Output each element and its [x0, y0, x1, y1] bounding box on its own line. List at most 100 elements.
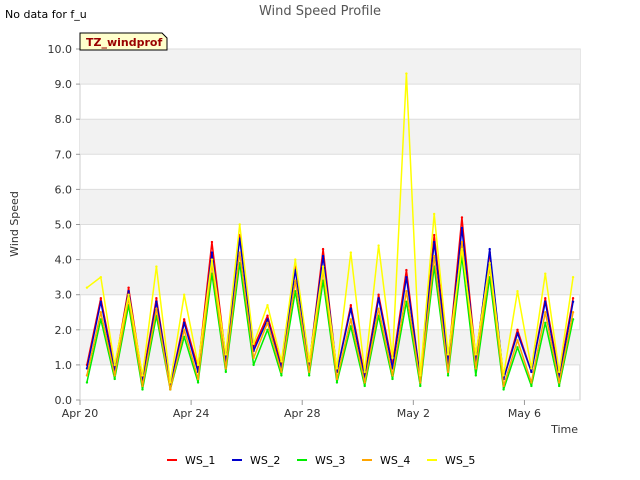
y-tick-label: 10.0: [48, 43, 73, 56]
data-point: [169, 381, 172, 384]
data-point: [557, 384, 561, 388]
data-point: [349, 318, 353, 321]
data-point: [516, 289, 519, 293]
y-tick-label: 0.0: [55, 394, 73, 407]
data-point: [530, 370, 533, 374]
y-axis: 0.0 1.0 2.0 3.0 4.0 5.0 6.0 7.0 8.0 9.0 10.0: [48, 43, 80, 407]
data-point: [516, 328, 519, 331]
data-point: [377, 307, 380, 310]
data-point: [349, 251, 353, 254]
data-point: [182, 293, 186, 296]
x-tick-label: Apr 20: [62, 407, 99, 420]
data-point: [405, 275, 408, 279]
data-point: [557, 370, 561, 374]
data-point: [196, 363, 200, 367]
x-tick-label: May 6: [508, 407, 541, 420]
data-point: [391, 374, 394, 377]
data-point: [127, 293, 130, 296]
data-point: [252, 342, 255, 346]
legend-label: WS_2: [250, 454, 280, 467]
data-point: [432, 233, 436, 237]
data-point: [460, 226, 464, 230]
data-point: [280, 374, 283, 377]
grid-band: [80, 49, 580, 85]
data-point: [99, 297, 103, 300]
data-point: [141, 388, 144, 391]
y-tick-label: 9.0: [55, 78, 73, 91]
tag-box: TZ_windprof: [79, 32, 168, 51]
data-point: [294, 279, 297, 282]
grid-band: [80, 189, 580, 225]
data-point: [224, 370, 228, 374]
data-point: [280, 370, 283, 374]
y-tick-label: 5.0: [55, 219, 73, 232]
data-point: [502, 374, 505, 377]
data-point: [446, 374, 450, 377]
data-point: [266, 314, 269, 317]
data-point: [349, 307, 353, 310]
y-axis-label: Wind Speed: [8, 191, 21, 257]
data-point: [155, 307, 158, 310]
data-point: [210, 240, 214, 244]
data-point: [169, 388, 172, 391]
data-point: [335, 377, 339, 381]
data-point: [405, 268, 408, 272]
data-point: [182, 328, 186, 331]
legend-label: WS_5: [445, 454, 475, 467]
data-point: [210, 251, 214, 254]
data-point: [391, 377, 394, 381]
y-tick-label: 1.0: [55, 359, 73, 372]
data-point: [155, 265, 158, 268]
data-point: [502, 388, 505, 391]
data-point: [335, 381, 339, 384]
data-point: [266, 328, 269, 331]
data-point: [238, 251, 241, 254]
data-point: [405, 289, 408, 293]
data-point: [321, 254, 325, 258]
data-point: [530, 384, 533, 388]
data-point: [544, 272, 547, 275]
data-point: [474, 374, 478, 377]
data-point: [502, 384, 505, 388]
data-point: [238, 223, 241, 226]
data-point: [113, 377, 116, 381]
data-point: [349, 304, 353, 307]
data-point: [419, 374, 422, 377]
data-point: [99, 311, 103, 314]
data-point: [113, 374, 116, 377]
data-point: [363, 370, 366, 374]
data-point: [335, 367, 339, 370]
data-point: [544, 321, 547, 324]
data-point: [488, 247, 491, 251]
data-point: [113, 363, 116, 367]
data-point: [252, 356, 255, 360]
data-point: [377, 244, 380, 247]
data-point: [474, 353, 478, 356]
data-point: [85, 374, 89, 377]
data-point: [571, 297, 575, 300]
data-point: [530, 367, 533, 370]
data-point: [224, 353, 228, 356]
data-point: [460, 247, 464, 251]
data-point: [307, 374, 311, 377]
data-point: [182, 321, 186, 324]
data-point: [488, 261, 491, 265]
data-point: [363, 384, 366, 388]
grid-band: [80, 119, 580, 155]
data-point: [252, 363, 255, 367]
data-point: [85, 381, 89, 384]
data-point: [266, 321, 269, 324]
tag-label: TZ_windprof: [86, 36, 162, 49]
data-point: [516, 346, 519, 349]
data-point: [405, 72, 408, 75]
data-point: [127, 286, 130, 289]
x-tick-label: Apr 24: [173, 407, 210, 420]
data-point: [141, 384, 144, 388]
data-point: [266, 304, 269, 307]
data-point: [571, 300, 575, 303]
data-point: [446, 370, 450, 374]
y-tick-label: 6.0: [55, 183, 73, 196]
chart-title: Wind Speed Profile: [259, 4, 381, 19]
data-point: [196, 377, 200, 381]
data-point: [280, 360, 283, 363]
